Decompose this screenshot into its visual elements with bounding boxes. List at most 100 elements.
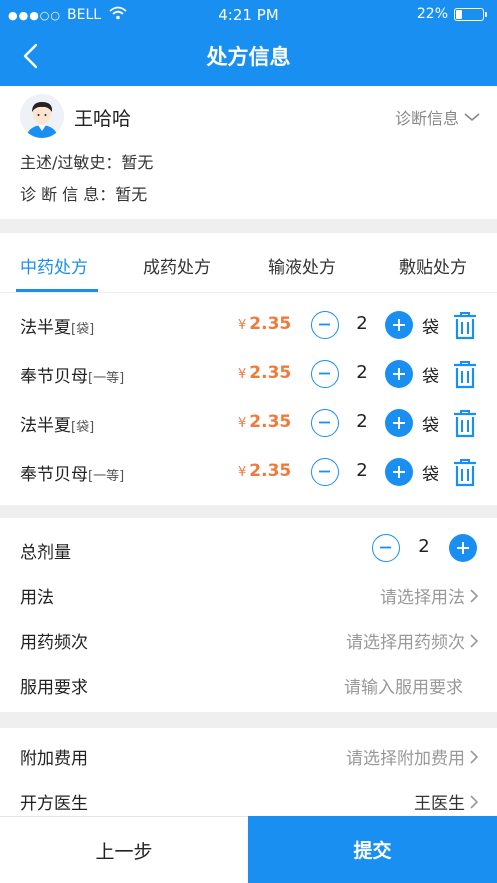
drug-name: 法半夏[袋] [20, 411, 94, 436]
trash-icon [454, 361, 476, 389]
usage-section: 总剂量 2 用法 请选择用法 用药频次 请选择用药频次 服用要求 请输入服用要求 [0, 518, 497, 712]
battery-cap [485, 11, 487, 17]
app-header: ●●●○○ BELL 4:21 PM 22% 处方信息 [0, 0, 497, 86]
page-title: 处方信息 [206, 45, 291, 69]
requirement-row: 服用要求 请输入服用要求 [0, 663, 497, 708]
doctor-select[interactable]: 王医生 [414, 789, 479, 814]
complaint-label: 主述/过敏史： [20, 153, 122, 172]
drug-name-text: 奉节贝母 [20, 465, 88, 485]
frequency-label: 用药频次 [20, 633, 88, 653]
drug-price: ¥2.35 [238, 461, 291, 481]
frequency-placeholder: 请选择用药频次 [346, 633, 465, 653]
footer-bar: 上一步 提交 [0, 816, 497, 883]
frequency-select[interactable]: 请选择用药频次 [346, 628, 479, 653]
complaint-value: 暂无 [121, 153, 154, 172]
prescription-tabs: 中药处方 成药处方 输液处方 敷贴处方 [0, 233, 497, 293]
diagnosis-link-label: 诊断信息 [394, 109, 459, 128]
patient-name: 王哈哈 [74, 108, 132, 130]
currency-symbol: ¥ [238, 367, 247, 382]
drug-qty: 2 [356, 313, 368, 334]
increase-qty-button[interactable] [385, 311, 413, 339]
chevron-right-icon [470, 588, 479, 603]
decrease-qty-button[interactable] [311, 409, 339, 437]
trash-icon [454, 410, 476, 438]
increase-qty-button[interactable] [385, 409, 413, 437]
trash-icon [454, 459, 476, 487]
tab-plaster[interactable]: 敷贴处方 [399, 253, 467, 278]
drug-spec: [一等] [88, 371, 125, 386]
drug-price: ¥2.35 [238, 412, 291, 432]
battery-percent: 22% [416, 6, 448, 22]
drug-name: 奉节贝母[一等] [20, 362, 124, 387]
increase-qty-button[interactable] [385, 458, 413, 486]
currency-symbol: ¥ [238, 318, 247, 333]
diagnosis-info-link[interactable]: 诊断信息 [395, 105, 481, 129]
drug-unit: 袋 [422, 318, 439, 338]
extra-fee-row[interactable]: 附加费用 请选择附加费用 [0, 734, 497, 779]
drug-row: 奉节贝母[一等] ¥2.35 2 袋 [0, 448, 497, 497]
delete-drug-button[interactable] [452, 458, 478, 488]
submit-button[interactable]: 提交 [248, 816, 497, 883]
complaint-line: 主述/过敏史：暂无 [20, 149, 153, 173]
diagnosis-label: 诊 断 信 息： [20, 185, 116, 204]
usage-method-label: 用法 [20, 588, 54, 608]
tab-patent-medicine[interactable]: 成药处方 [143, 253, 211, 278]
requirement-label: 服用要求 [20, 678, 88, 698]
drug-name-text: 奉节贝母 [20, 367, 88, 387]
requirement-placeholder: 请输入服用要求 [344, 678, 463, 698]
extra-fee-label: 附加费用 [20, 749, 88, 769]
tab-infusion[interactable]: 输液处方 [268, 253, 336, 278]
decrease-total-button[interactable] [372, 534, 400, 562]
plus-circle-icon [457, 542, 469, 554]
plus-circle-icon [393, 417, 405, 429]
extra-fee-placeholder: 请选择附加费用 [346, 749, 465, 769]
extra-fee-select[interactable]: 请选择附加费用 [346, 744, 479, 769]
total-dosage-value: 2 [418, 536, 430, 557]
drug-name-text: 法半夏 [20, 416, 71, 436]
tab-herbal[interactable]: 中药处方 [20, 253, 88, 278]
drug-unit: 袋 [422, 416, 439, 436]
drug-spec: [袋] [71, 322, 95, 337]
doctor-value: 王医生 [414, 794, 465, 814]
drug-name: 奉节贝母[一等] [20, 460, 124, 485]
drug-unit: 袋 [422, 367, 439, 387]
drug-name: 法半夏[袋] [20, 313, 94, 338]
price-value: 2.35 [249, 412, 292, 432]
minus-circle-icon [319, 421, 330, 424]
usage-method-row[interactable]: 用法 请选择用法 [0, 573, 497, 618]
frequency-row[interactable]: 用药频次 请选择用药频次 [0, 618, 497, 663]
diagnosis-value: 暂无 [115, 185, 148, 204]
diagnosis-line: 诊 断 信 息：暂无 [20, 181, 147, 205]
prescription-section: 中药处方 成药处方 输液处方 敷贴处方 法半夏[袋] ¥2.35 2 袋 奉节贝… [0, 233, 497, 505]
drug-name-text: 法半夏 [20, 318, 71, 338]
decrease-qty-button[interactable] [311, 360, 339, 388]
currency-symbol: ¥ [238, 465, 247, 480]
battery-icon [454, 7, 484, 21]
requirement-input[interactable]: 请输入服用要求 [344, 673, 463, 698]
plus-circle-icon [393, 319, 405, 331]
delete-drug-button[interactable] [452, 360, 478, 390]
total-dosage-row: 总剂量 2 [0, 528, 497, 573]
increase-total-button[interactable] [449, 534, 477, 562]
doctor-label: 开方医生 [20, 794, 88, 814]
usage-method-placeholder: 请选择用法 [380, 588, 465, 608]
decrease-qty-button[interactable] [311, 311, 339, 339]
chevron-right-icon [470, 633, 479, 648]
delete-drug-button[interactable] [452, 311, 478, 341]
previous-step-button[interactable]: 上一步 [0, 816, 248, 883]
minus-circle-icon [319, 372, 330, 375]
status-bar: ●●●○○ BELL 4:21 PM 22% [0, 0, 497, 28]
usage-method-select[interactable]: 请选择用法 [380, 583, 479, 608]
drug-row: 奉节贝母[一等] ¥2.35 2 袋 [0, 350, 497, 399]
battery-level [456, 9, 463, 19]
drug-qty: 2 [356, 362, 368, 383]
decrease-qty-button[interactable] [311, 458, 339, 486]
drug-price: ¥2.35 [238, 314, 291, 334]
increase-qty-button[interactable] [385, 360, 413, 388]
delete-drug-button[interactable] [452, 409, 478, 439]
avatar [20, 94, 64, 138]
chevron-down-icon [464, 113, 480, 122]
trash-icon [454, 312, 476, 340]
minus-circle-icon [380, 546, 391, 549]
drug-qty: 2 [356, 460, 368, 481]
